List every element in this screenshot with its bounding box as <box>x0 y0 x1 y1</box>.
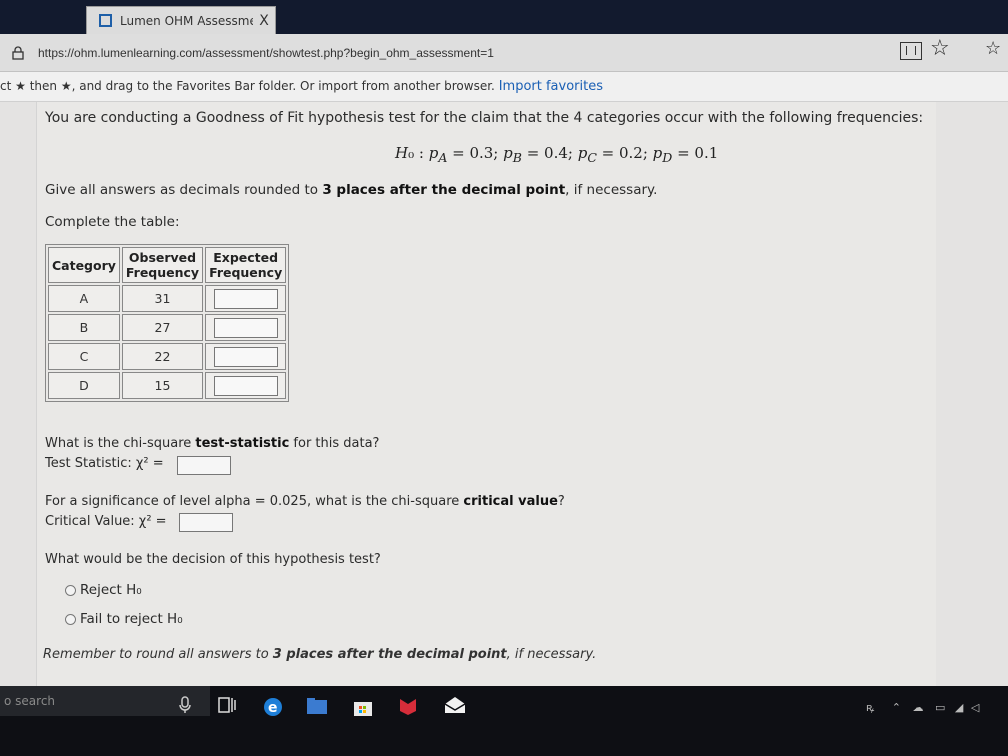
favorites-prefix: ct <box>0 79 12 93</box>
table-row: D 15 <box>48 372 287 399</box>
fail-to-reject-option[interactable]: Fail to reject H₀ <box>65 611 183 627</box>
volume-icon[interactable]: ◁ <box>971 701 979 714</box>
remember-text: Remember to round all answers to <box>43 647 273 662</box>
reading-view-icon[interactable] <box>900 42 922 60</box>
wifi-icon[interactable]: ◢ <box>955 701 963 714</box>
battery-icon[interactable]: ▭ <box>935 701 945 714</box>
system-tray: ꝶ ⌃ ☁ ▭ ◢ ◁ <box>866 700 979 715</box>
decision-question: What would be the decision of this hypot… <box>45 552 381 567</box>
address-bar: https://ohm.lumenlearning.com/assessment… <box>0 34 1008 72</box>
reject-radio[interactable] <box>65 584 76 596</box>
lock-icon <box>12 46 24 60</box>
category-header: Category <box>48 247 120 283</box>
people-icon[interactable]: ꝶ <box>866 701 874 714</box>
category-cell: D <box>48 372 120 399</box>
expected-input-c[interactable] <box>213 346 278 367</box>
tab-strip: Lumen OHM Assessmer X <box>0 0 1008 34</box>
expected-cell <box>205 285 287 312</box>
onedrive-icon[interactable]: ☁ <box>913 701 924 714</box>
file-explorer-icon[interactable] <box>306 696 328 716</box>
expected-input-d[interactable] <box>213 375 278 396</box>
fail-to-reject-label: Fail to reject H₀ <box>80 611 183 627</box>
reject-label: Reject H₀ <box>80 582 142 598</box>
expected-cell <box>205 314 287 341</box>
table-row: B 27 <box>48 314 287 341</box>
critical-value-input[interactable] <box>179 513 233 532</box>
chevron-up-icon[interactable]: ⌃ <box>892 701 901 714</box>
test-stat-label: Test Statistic: χ² = <box>45 456 164 471</box>
table-row: A 31 <box>48 285 287 312</box>
fail-to-reject-radio[interactable] <box>65 613 76 625</box>
frequency-table: Category Observed Frequency Expected Fre… <box>45 244 290 402</box>
expected-input-b[interactable] <box>213 317 278 338</box>
question-intro: You are conducting a Goodness of Fit hyp… <box>45 110 924 126</box>
reject-option[interactable]: Reject H₀ <box>65 582 142 598</box>
task-view-icon[interactable] <box>218 696 236 714</box>
expected-cell <box>205 372 287 399</box>
edge-browser-icon[interactable]: e <box>262 696 284 718</box>
expected-input-a[interactable] <box>213 288 278 309</box>
favorite-star-icon[interactable]: ☆ <box>930 36 950 61</box>
remember-note: Remember to round all answers to 3 place… <box>43 647 596 662</box>
critical-question-suffix: ? <box>557 494 565 509</box>
category-cell: A <box>48 285 120 312</box>
critical-question-text: For a significance of level alpha = 0.02… <box>45 494 464 509</box>
expected-cell <box>205 343 287 370</box>
null-hypothesis: H₀ : pA = 0.3; pB = 0.4; pC = 0.2; pD = … <box>395 144 719 165</box>
critical-question-bold: critical value <box>463 494 558 509</box>
complete-table-label: Complete the table: <box>45 214 180 230</box>
test-stat-question-suffix: for this data? <box>289 436 380 451</box>
table-row: C 22 <box>48 343 287 370</box>
taskbar: o search e ꝶ ⌃ ☁ ▭ ◢ ◁ <box>0 686 1008 756</box>
mcafee-icon[interactable] <box>398 696 418 716</box>
url-field[interactable]: https://ohm.lumenlearning.com/assessment… <box>38 46 494 60</box>
favorites-bar: ct ★ then ★, and drag to the Favorites B… <box>0 72 1008 102</box>
page-area: You are conducting a Goodness of Fit hyp… <box>0 102 1008 686</box>
test-stat-question-bold: test-statistic <box>195 436 290 451</box>
expected-header: Expected Frequency <box>205 247 287 283</box>
tab-close-icon[interactable]: X <box>253 13 275 29</box>
category-cell: C <box>48 343 120 370</box>
import-favorites-link[interactable]: Import favorites <box>499 79 603 94</box>
mail-icon[interactable] <box>444 696 466 714</box>
favorites-star-icon: ★ <box>15 79 30 93</box>
critical-value-label: Critical Value: χ² = <box>45 514 167 529</box>
category-cell: B <box>48 314 120 341</box>
store-icon[interactable] <box>352 696 374 718</box>
observed-cell: 27 <box>121 314 204 341</box>
test-stat-question: What is the chi-square test-statistic fo… <box>45 436 379 451</box>
observed-cell: 22 <box>121 343 204 370</box>
microphone-icon[interactable] <box>178 696 192 714</box>
favorites-notice: then ★, and drag to the Favorites Bar fo… <box>29 79 495 93</box>
test-stat-question-text: What is the chi-square <box>45 436 196 451</box>
svg-text:e: e <box>268 700 278 716</box>
site-favicon-icon <box>99 14 112 27</box>
tab-title: Lumen OHM Assessmer <box>120 13 253 28</box>
question-panel: You are conducting a Goodness of Fit hyp… <box>36 102 936 686</box>
observed-header: Observed Frequency <box>121 247 204 283</box>
rounding-suffix: , if necessary. <box>565 182 658 198</box>
rounding-text: Give all answers as decimals rounded to <box>45 182 323 198</box>
critical-value-question: For a significance of level alpha = 0.02… <box>45 494 565 509</box>
test-stat-input[interactable] <box>177 456 231 475</box>
rounding-bold: 3 places after the decimal point <box>322 182 566 198</box>
favorites-hub-icon[interactable]: ☆ <box>985 38 1001 59</box>
observed-cell: 15 <box>121 372 204 399</box>
observed-cell: 31 <box>121 285 204 312</box>
rounding-instruction: Give all answers as decimals rounded to … <box>45 182 657 198</box>
browser-tab[interactable]: Lumen OHM Assessmer X <box>86 6 276 34</box>
remember-suffix: , if necessary. <box>506 647 597 662</box>
remember-bold: 3 places after the decimal point <box>272 647 507 662</box>
